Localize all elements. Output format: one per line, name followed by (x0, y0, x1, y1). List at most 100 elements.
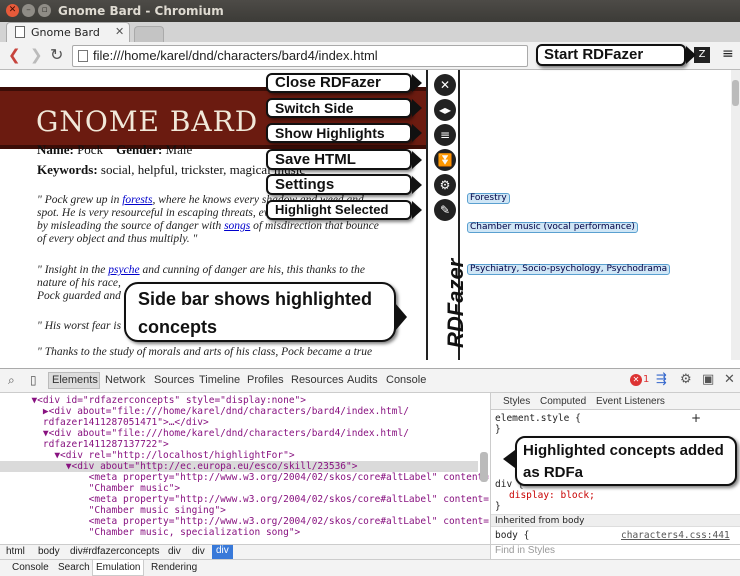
style-rule: body { (495, 530, 530, 541)
inspect-icon[interactable]: ⌕ (8, 373, 15, 388)
rdfazer-sidebar: ✕ ◂▸ ≡ ⏬ ⚙ ✎ RDFazer (426, 70, 468, 360)
tab-console[interactable]: Console (386, 374, 426, 386)
tab-network[interactable]: Network (105, 374, 145, 386)
style-source-link[interactable]: characters4.css:441 (621, 530, 730, 541)
breadcrumb: html body div#rdfazerconcepts div div di… (0, 544, 740, 559)
tab-event-listeners[interactable]: Event Listeners (596, 396, 665, 407)
close-window-icon[interactable]: ✕ (6, 4, 19, 17)
gear-icon[interactable]: ⚙ (680, 372, 692, 387)
dom-tree-line[interactable]: rdfazer1411287051471">…</div> (20, 417, 489, 428)
link-songs[interactable]: songs (224, 220, 250, 232)
style-rule: element.style { (495, 413, 581, 424)
scroll-thumb[interactable] (732, 80, 739, 106)
error-icon[interactable]: ✕ (630, 374, 642, 386)
tab-audits[interactable]: Audits (347, 374, 378, 386)
tab-styles[interactable]: Styles (503, 396, 530, 407)
dom-tree-line[interactable]: "Chamber music"> (20, 483, 489, 494)
tab-elements[interactable]: Elements (52, 374, 98, 386)
style-rule-end: } (495, 501, 501, 512)
device-mode-icon[interactable]: ▯ (30, 373, 37, 387)
keywords: Keywords: social, helpful, trickster, ma… (37, 162, 306, 177)
close-tab-icon[interactable]: ✕ (115, 25, 124, 38)
inherited-header: Inherited from body (491, 514, 740, 527)
style-declaration: display: block; (509, 490, 595, 501)
switch-side-icon[interactable]: ◂▸ (434, 99, 456, 121)
link-psyche[interactable]: psyche (108, 264, 139, 276)
tab-computed[interactable]: Computed (540, 396, 586, 407)
tab-timeline[interactable]: Timeline (199, 374, 240, 386)
callout-close-rdfazer: Close RDFazer (266, 73, 422, 93)
concept-chip[interactable]: Forestry (467, 193, 510, 204)
dom-tree-line[interactable]: ▼<div id="rdfazerconcepts" style="displa… (20, 395, 489, 406)
reload-icon[interactable]: ↻ (50, 45, 63, 64)
style-rule-end: } (495, 424, 501, 435)
address-url: file:///home/karel/dnd/characters/bard4/… (93, 48, 378, 63)
find-in-styles-input[interactable]: Find in Styles (490, 545, 740, 559)
dom-tree-line[interactable]: <meta property="http://www.w3.org/2004/0… (20, 472, 489, 483)
console-drawer-icon[interactable]: ⇶ (656, 372, 667, 387)
gear-icon[interactable]: ⚙ (434, 174, 456, 196)
close-icon[interactable]: ✕ (724, 372, 735, 387)
page-title: GNOME BARD (36, 105, 259, 138)
drawer-tab-emulation[interactable]: Emulation (92, 560, 145, 576)
tab-resources[interactable]: Resources (291, 374, 344, 386)
drawer-tabbar: Console Search Emulation Rendering (0, 559, 740, 576)
highlight-icon[interactable]: ✎ (434, 199, 456, 221)
dom-tree-line[interactable]: rdfazer1411287137722"> (20, 439, 489, 450)
page-scrollbar[interactable] (731, 70, 740, 360)
rdfazer-extension-icon[interactable]: Z (694, 47, 710, 63)
quote-paragraph: " Thanks to the study of morals and arts… (37, 346, 373, 358)
concept-chip[interactable]: Chamber music (vocal performance) (467, 222, 638, 233)
tab-sources[interactable]: Sources (154, 374, 194, 386)
menu-icon[interactable]: ≡ (722, 46, 734, 62)
callout-save-html: Save HTML (266, 149, 422, 170)
callout-highlight-selected: Highlight Selected (266, 200, 422, 220)
dom-tree-line[interactable]: "Chamber music, specialization song"> (20, 527, 489, 538)
window-title-bar: ✕ – ▫ Gnome Bard - Chromium (0, 0, 740, 22)
dom-tree-line[interactable]: <meta property="http://www.w3.org/2004/0… (20, 516, 489, 527)
new-tab-button[interactable] (134, 26, 164, 42)
concept-chip[interactable]: Psychiatry, Socio-psychology, Psychodram… (467, 264, 671, 275)
callout-sidebar: Side bar shows highlighted concepts (124, 282, 407, 342)
scroll-thumb[interactable] (480, 452, 488, 482)
tab-strip: Gnome Bard ✕ (0, 22, 740, 42)
dom-tree-line[interactable]: ▼<div rel="http://localhost/highlightFor… (20, 450, 489, 461)
breadcrumb-item[interactable]: div (168, 546, 181, 557)
page-icon (78, 50, 88, 62)
drawer-tab-console[interactable]: Console (12, 562, 49, 573)
list-icon[interactable]: ≡ (434, 124, 456, 146)
close-icon[interactable]: ✕ (434, 74, 456, 96)
address-bar[interactable]: file:///home/karel/dnd/characters/bard4/… (72, 45, 528, 67)
callout-start-rdfazer: Start RDFazer (536, 44, 696, 66)
breadcrumb-item[interactable]: body (38, 546, 60, 557)
window-title: Gnome Bard - Chromium (58, 4, 224, 18)
breadcrumb-item[interactable]: div#rdfazerconcepts (70, 546, 160, 557)
add-rule-icon[interactable]: + (691, 411, 701, 425)
back-icon[interactable]: ❮ (8, 46, 21, 64)
breadcrumb-item-selected[interactable]: div (212, 545, 233, 559)
dock-icon[interactable]: ▣ (702, 372, 714, 387)
forward-icon[interactable]: ❯ (30, 46, 43, 64)
quote-paragraph: " His worst fear is b (37, 320, 130, 332)
browser-tab[interactable]: Gnome Bard ✕ (6, 22, 130, 42)
dom-tree-line[interactable]: <meta property="http://www.w3.org/2004/0… (20, 494, 489, 505)
page-icon (15, 26, 25, 38)
breadcrumb-item[interactable]: div (192, 546, 205, 557)
tab-title: Gnome Bard (31, 26, 100, 39)
drawer-tab-search[interactable]: Search (58, 562, 90, 573)
dom-tree-line[interactable]: ▼<div about="file:///home/karel/dnd/char… (20, 428, 489, 439)
save-icon[interactable]: ⏬ (434, 149, 456, 171)
maximize-window-icon[interactable]: ▫ (38, 4, 51, 17)
dom-tree-line[interactable]: ▼<div about="http://ec.europa.eu/esco/sk… (20, 461, 489, 472)
link-forests[interactable]: forests (122, 194, 152, 206)
callout-switch-side: Switch Side (266, 98, 422, 118)
dom-tree-lines: ▼<div id="rdfazerconcepts" style="displa… (20, 395, 489, 538)
breadcrumb-item[interactable]: html (6, 546, 25, 557)
tab-profiles[interactable]: Profiles (247, 374, 284, 386)
devtools-toolbar: ⌕ ▯ Elements Network Sources Timeline Pr… (0, 369, 740, 393)
dom-tree-line[interactable]: "Chamber music singing"> (20, 505, 489, 516)
character-info: Name: Pock Gender: Male (37, 142, 193, 157)
minimize-window-icon[interactable]: – (22, 4, 35, 17)
dom-tree-line[interactable]: ▶<div about="file:///home/karel/dnd/char… (20, 406, 489, 417)
drawer-tab-rendering[interactable]: Rendering (151, 562, 197, 573)
